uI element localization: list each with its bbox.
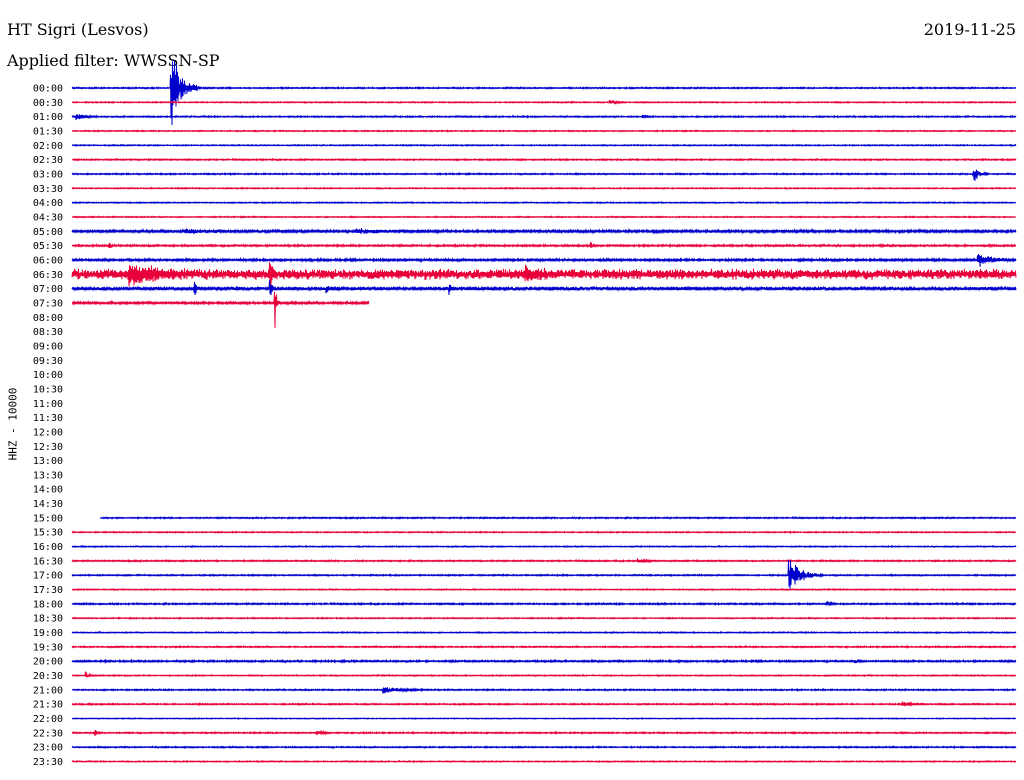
trace-line <box>71 169 1017 181</box>
row-time-label: 19:30 <box>33 642 63 653</box>
row-time-label: 14:00 <box>33 485 63 496</box>
trace-line <box>71 291 370 329</box>
row-time-label: 11:30 <box>33 413 63 424</box>
row-time-label: 12:00 <box>33 427 63 438</box>
row-time-label: 08:00 <box>33 313 63 324</box>
row-time-label: 00:00 <box>33 84 63 95</box>
row-time-label: 19:00 <box>33 628 63 639</box>
row-time-label: 08:30 <box>33 327 63 338</box>
trace-line <box>71 215 1017 219</box>
row-time-label: 05:00 <box>33 227 63 238</box>
trace-line <box>99 515 1017 520</box>
row-time-label: 21:30 <box>33 700 63 711</box>
row-time-label: 12:30 <box>33 442 63 453</box>
row-time-label: 02:30 <box>33 155 63 166</box>
trace-line <box>71 686 1017 694</box>
row-time-label: 17:30 <box>33 585 63 596</box>
row-time-label: 03:30 <box>33 184 63 195</box>
trace-line <box>71 186 1017 191</box>
trace-line <box>71 558 1017 564</box>
row-time-label: 09:00 <box>33 341 63 352</box>
trace-line <box>71 253 1017 267</box>
trace-line <box>71 600 1017 607</box>
trace-line <box>71 262 1017 287</box>
trace-line <box>71 143 1017 148</box>
trace-line <box>71 759 1017 764</box>
row-time-label: 07:30 <box>33 298 63 309</box>
row-time-label: 16:00 <box>33 542 63 553</box>
row-time-label: 15:00 <box>33 513 63 524</box>
row-time-label: 16:30 <box>33 556 63 567</box>
row-time-label: 09:30 <box>33 356 63 367</box>
trace-line <box>71 99 1017 106</box>
trace-line <box>71 200 1017 205</box>
row-time-label: 06:00 <box>33 255 63 266</box>
trace-line <box>71 129 1017 133</box>
trace-line <box>71 729 1017 736</box>
row-time-label: 11:00 <box>33 399 63 410</box>
row-time-label: 17:00 <box>33 571 63 582</box>
row-time-label: 20:00 <box>33 657 63 668</box>
row-time-label: 21:00 <box>33 685 63 696</box>
row-time-label: 01:00 <box>33 112 63 123</box>
row-time-label: 02:00 <box>33 141 63 152</box>
trace-line <box>71 716 1017 721</box>
trace-line <box>71 587 1017 592</box>
trace-line <box>71 242 1017 249</box>
row-time-label: 10:30 <box>33 384 63 395</box>
trace-line <box>71 745 1017 750</box>
row-time-label: 23:30 <box>33 757 63 768</box>
trace-line <box>71 544 1017 549</box>
row-time-label: 22:30 <box>33 728 63 739</box>
row-time-label: 07:00 <box>33 284 63 295</box>
row-time-label: 18:00 <box>33 599 63 610</box>
row-time-label: 01:30 <box>33 126 63 137</box>
row-time-label: 23:00 <box>33 743 63 754</box>
row-time-label: 14:30 <box>33 499 63 510</box>
trace-line <box>71 157 1017 162</box>
row-time-label: 18:30 <box>33 614 63 625</box>
trace-line <box>71 701 1017 707</box>
time-label-layer: 00:00 00:30 01:00 01:30 02:00 02:30 03:00 03:30… <box>33 84 63 769</box>
trace-line <box>71 616 1017 621</box>
trace-line <box>71 658 1017 664</box>
row-time-label: 13:30 <box>33 470 63 481</box>
row-time-label: 20:30 <box>33 671 63 682</box>
row-time-label: 13:00 <box>33 456 63 467</box>
row-time-label: 06:30 <box>33 270 63 281</box>
row-time-label: 10:00 <box>33 370 63 381</box>
helicorder-plot: 00:00 00:30 01:00 01:30 02:00 02:30 03:00 03:30… <box>33 60 1017 769</box>
trace-line <box>71 630 1017 635</box>
row-time-label: 03:00 <box>33 169 63 180</box>
row-time-label: 00:30 <box>33 98 63 109</box>
trace-line <box>71 671 1017 678</box>
trace-line <box>71 113 1017 121</box>
trace-layer <box>71 60 1017 764</box>
trace-line <box>71 559 1017 589</box>
row-time-label: 05:30 <box>33 241 63 252</box>
trace-line <box>71 530 1017 535</box>
trace-line <box>71 227 1017 235</box>
row-time-label: 22:00 <box>33 714 63 725</box>
row-time-label: 04:30 <box>33 212 63 223</box>
trace-line <box>71 644 1017 649</box>
trace-line <box>71 280 1017 296</box>
row-time-label: 15:30 <box>33 528 63 539</box>
row-time-label: 04:00 <box>33 198 63 209</box>
